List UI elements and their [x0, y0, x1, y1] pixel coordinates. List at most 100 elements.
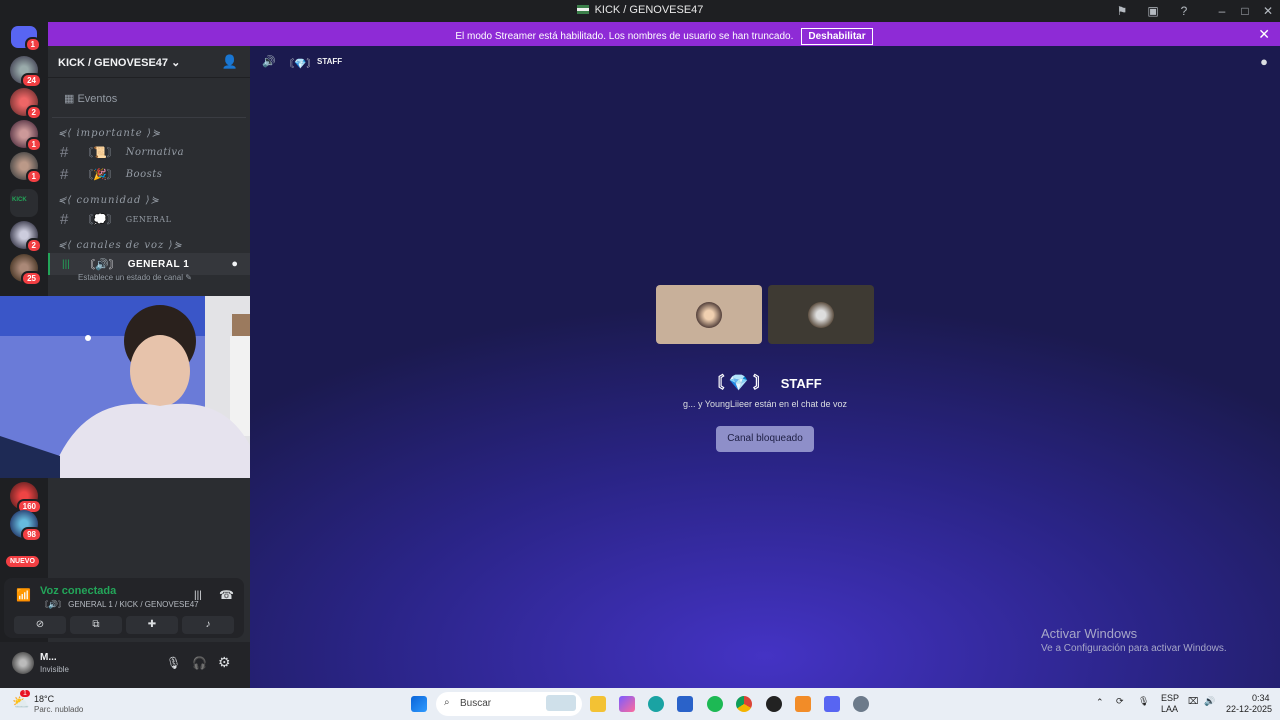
microphone-icon[interactable]: 🎙: [166, 656, 181, 670]
signal-icon[interactable]: 📶: [16, 588, 31, 602]
guild-icon[interactable]: 2: [10, 88, 42, 120]
guild-icon[interactable]: 2: [10, 221, 42, 253]
copilot-icon[interactable]: [619, 696, 635, 712]
channel-status-prompt[interactable]: Establece un estado de canal ✎: [48, 273, 250, 282]
active-guild-icon[interactable]: KICK: [10, 189, 38, 217]
voice-status[interactable]: Voz conectada: [40, 585, 116, 597]
category-important[interactable]: ⋞⟨ importante ⟩⋟: [48, 118, 250, 141]
taskbar-search[interactable]: ⌕ Buscar: [436, 692, 582, 716]
disconnect-icon[interactable]: ☎: [219, 588, 234, 602]
minimize-icon[interactable]: –: [1214, 3, 1230, 19]
report-flag-icon[interactable]: ⚑: [1114, 3, 1130, 19]
user-name[interactable]: M...: [40, 652, 57, 663]
screen-share-icon: ⧉: [92, 619, 100, 630]
guild-icon[interactable]: 1: [10, 152, 42, 184]
guild-badge: 1: [25, 137, 42, 152]
file-explorer-icon[interactable]: [590, 696, 606, 712]
maximize-icon[interactable]: □: [1237, 3, 1253, 19]
obs-icon[interactable]: [766, 696, 782, 712]
channel-status-text: Establece un estado de canal: [78, 273, 183, 282]
calendar-icon: ▦: [64, 93, 75, 105]
clock-time[interactable]: 0:34: [1252, 693, 1270, 703]
clock-date[interactable]: 22-12-2025: [1226, 704, 1272, 714]
headphones-icon[interactable]: 🎧: [192, 656, 207, 670]
participant-tile[interactable]: [768, 285, 874, 344]
channel-title-text: STAFF: [780, 376, 822, 391]
channel-deco: 〘📜〙: [82, 147, 118, 159]
guild-icon[interactable]: 24: [10, 56, 42, 88]
tray-microphone-icon[interactable]: 🎙: [1138, 696, 1149, 707]
disable-streamer-button[interactable]: Deshabilitar: [801, 28, 873, 45]
user-status: Invisible: [40, 665, 69, 674]
server-flag-icon: [576, 5, 589, 14]
guild-icon[interactable]: 1: [10, 120, 42, 152]
camera-off-button[interactable]: ⊘: [14, 616, 66, 634]
banner-close-icon[interactable]: ✕: [1258, 26, 1270, 43]
participant-tile[interactable]: [656, 285, 762, 344]
new-badge[interactable]: NUEVO: [6, 556, 39, 567]
server-header[interactable]: KICK / GENOVESE47 ⌄ 👤: [48, 46, 250, 78]
weather-temp[interactable]: 18°C: [34, 694, 54, 704]
events-item[interactable]: ▦ Eventos: [52, 78, 246, 118]
edge-icon[interactable]: [648, 696, 664, 712]
app-a-icon[interactable]: [795, 696, 811, 712]
noise-suppression-icon[interactable]: |||: [194, 590, 202, 601]
channel-header-deco: 〘💎〙: [284, 59, 317, 70]
channel-general[interactable]: # 〘💭〙 GENERAL: [48, 208, 250, 230]
invite-icon[interactable]: 👤: [222, 54, 238, 70]
avatar[interactable]: [12, 652, 34, 674]
category-comunidad[interactable]: ⋞⟨ comunidad ⟩⋟: [48, 185, 250, 208]
chat-icon[interactable]: ●: [1260, 54, 1268, 69]
soundboard-button[interactable]: ♪: [182, 616, 234, 634]
screen-share-button[interactable]: ⧉: [70, 616, 122, 634]
close-window-icon[interactable]: ✕: [1260, 3, 1276, 19]
tray-chevron-icon[interactable]: ⌃: [1096, 697, 1104, 708]
channel-label: GENERAL 1: [127, 258, 190, 270]
guild-icon[interactable]: 160: [10, 482, 42, 514]
channel-deco: 〘💭〙: [82, 214, 118, 226]
hash-icon: #: [60, 165, 69, 183]
participants-text: g... y YoungLiieer están en el chat de v…: [682, 399, 848, 409]
chat-bubble-icon[interactable]: ●: [231, 258, 238, 270]
voice-connected-panel: 📶 Voz conectada 〘🔊〙 GENERAL 1 / KICK / G…: [4, 578, 244, 638]
window-titlebar: KICK / GENOVESE47 ⚑ ▣ ? – □ ✕: [0, 0, 1280, 22]
sync-icon[interactable]: ⟳: [1116, 696, 1124, 707]
windows-start-icon[interactable]: [411, 696, 427, 712]
network-icon[interactable]: ⌧: [1188, 696, 1198, 707]
search-highlight-icon: [546, 695, 576, 711]
weather-desc: Parc. nublado: [34, 705, 84, 714]
guild-badge: 24: [21, 73, 42, 88]
avatar: [808, 302, 834, 328]
discord-taskbar-icon[interactable]: [824, 696, 840, 712]
user-panel: M... Invisible 🎙 🎧 ⚙: [0, 642, 250, 688]
camera-off-icon: ⊘: [35, 619, 45, 630]
activate-windows-subtitle: Ve a Configuración para activar Windows.: [1041, 643, 1227, 654]
soundboard-icon: ♪: [205, 619, 211, 630]
store-icon[interactable]: [677, 696, 693, 712]
category-voz[interactable]: ⋞⟨ canales de voz ⟩⋟: [48, 230, 250, 253]
channel-boosts[interactable]: # 〘🎉〙 Boosts: [48, 163, 250, 185]
gear-icon[interactable]: ⚙: [218, 654, 231, 671]
guild-icon[interactable]: 98: [10, 510, 42, 542]
channel-title: 〘 💎 〙 STAFF: [250, 369, 1280, 393]
voice-channel-general-1[interactable]: ||| 〘🔊〙 GENERAL 1 ●: [48, 253, 250, 275]
voice-location[interactable]: 〘🔊〙 GENERAL 1 / KICK / GENOVESE47: [40, 599, 199, 610]
activities-button[interactable]: ✚: [126, 616, 178, 634]
discord-home-icon[interactable]: 1: [11, 26, 41, 52]
chrome-icon[interactable]: [736, 696, 752, 712]
settings-taskbar-icon[interactable]: [853, 696, 869, 712]
help-icon[interactable]: ?: [1176, 3, 1192, 19]
inbox-icon[interactable]: ▣: [1145, 3, 1161, 19]
volume-icon[interactable]: 🔊: [1204, 696, 1215, 707]
channel-normativa[interactable]: # 〘📜〙 Normativa: [48, 141, 250, 163]
language-bottom[interactable]: LAA: [1161, 704, 1178, 714]
guild-badge: 1: [25, 169, 42, 184]
guild-badge: 1: [24, 37, 41, 52]
locked-channel-button[interactable]: Canal bloqueado: [716, 426, 814, 452]
spotify-icon[interactable]: [707, 696, 723, 712]
language-top[interactable]: ESP: [1161, 693, 1179, 703]
channel-deco: 〘🎉〙: [82, 169, 118, 181]
activate-windows-title: Activar Windows: [1041, 626, 1138, 641]
guild-icon[interactable]: 25: [10, 254, 42, 286]
channel-deco: 〘🔊〙: [84, 259, 120, 271]
